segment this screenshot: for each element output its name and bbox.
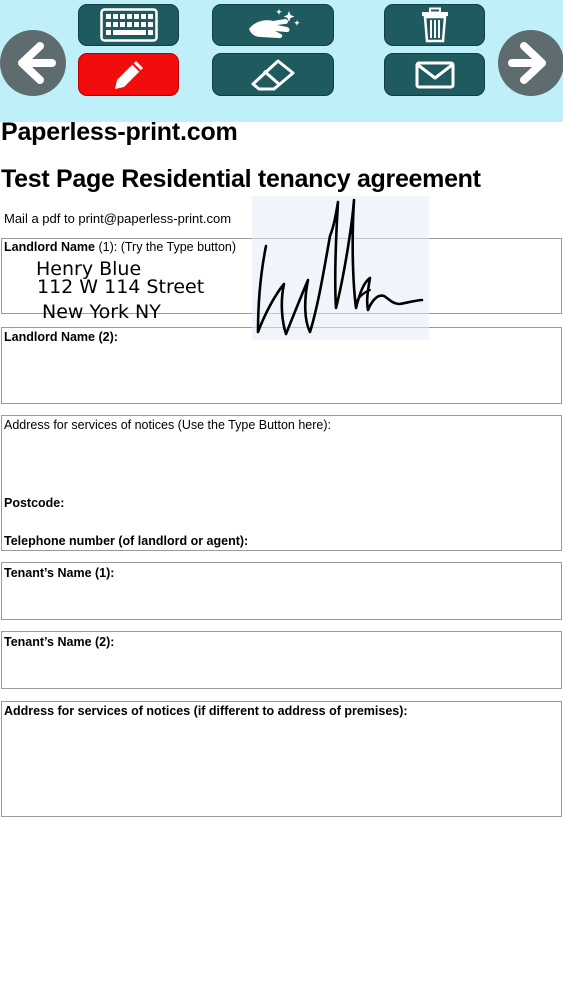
prev-page-button[interactable] (0, 30, 66, 96)
tenant1-field[interactable]: Tenant’s Name (1): (1, 562, 562, 620)
eraser-icon (251, 59, 295, 90)
tenant-address-label: Address for services of notices (if diff… (4, 704, 408, 718)
mail-note: Mail a pdf to print@paperless-print.com (4, 211, 232, 226)
arrow-right-icon (508, 42, 546, 84)
site-name: Paperless-print.com (1, 118, 238, 146)
signature-area[interactable] (252, 196, 429, 340)
tenant-address-field[interactable]: Address for services of notices (if diff… (1, 701, 562, 817)
address-field[interactable]: Address for services of notices (Use the… (1, 415, 562, 551)
keyboard-icon (99, 8, 158, 42)
landlord2-label: Landlord Name (2): (4, 330, 118, 344)
address-label: Address for services of notices (Use the… (4, 418, 332, 432)
clear-button[interactable] (212, 4, 334, 46)
signature-drawing (256, 198, 424, 336)
tenant2-label: Tenant’s Name (2): (4, 635, 115, 649)
page-title: Test Page Residential tenancy agreement (1, 165, 481, 193)
envelope-icon (415, 61, 454, 88)
arrow-left-icon (18, 42, 56, 84)
toolbar (0, 0, 563, 122)
mail-button[interactable] (384, 53, 485, 96)
landlord1-line-3: New York NY (42, 301, 161, 323)
landlord1-line-2: 112 W 114 Street (37, 276, 205, 298)
clean-hand-icon (249, 9, 300, 39)
next-page-button[interactable] (498, 30, 563, 96)
landlord1-label: Landlord Name (1): (Try the Type button) (4, 240, 237, 254)
trash-icon (421, 7, 448, 43)
postcode-label: Postcode: (4, 496, 65, 510)
tenant1-label: Tenant’s Name (1): (4, 566, 115, 580)
telephone-label: Telephone number (of landlord or agent): (4, 534, 249, 548)
pen-button[interactable] (78, 53, 179, 96)
eraser-button[interactable] (212, 53, 334, 96)
delete-button[interactable] (384, 4, 485, 46)
keyboard-button[interactable] (78, 4, 179, 46)
tenant2-field[interactable]: Tenant’s Name (2): (1, 631, 562, 689)
pencil-icon (114, 60, 143, 89)
